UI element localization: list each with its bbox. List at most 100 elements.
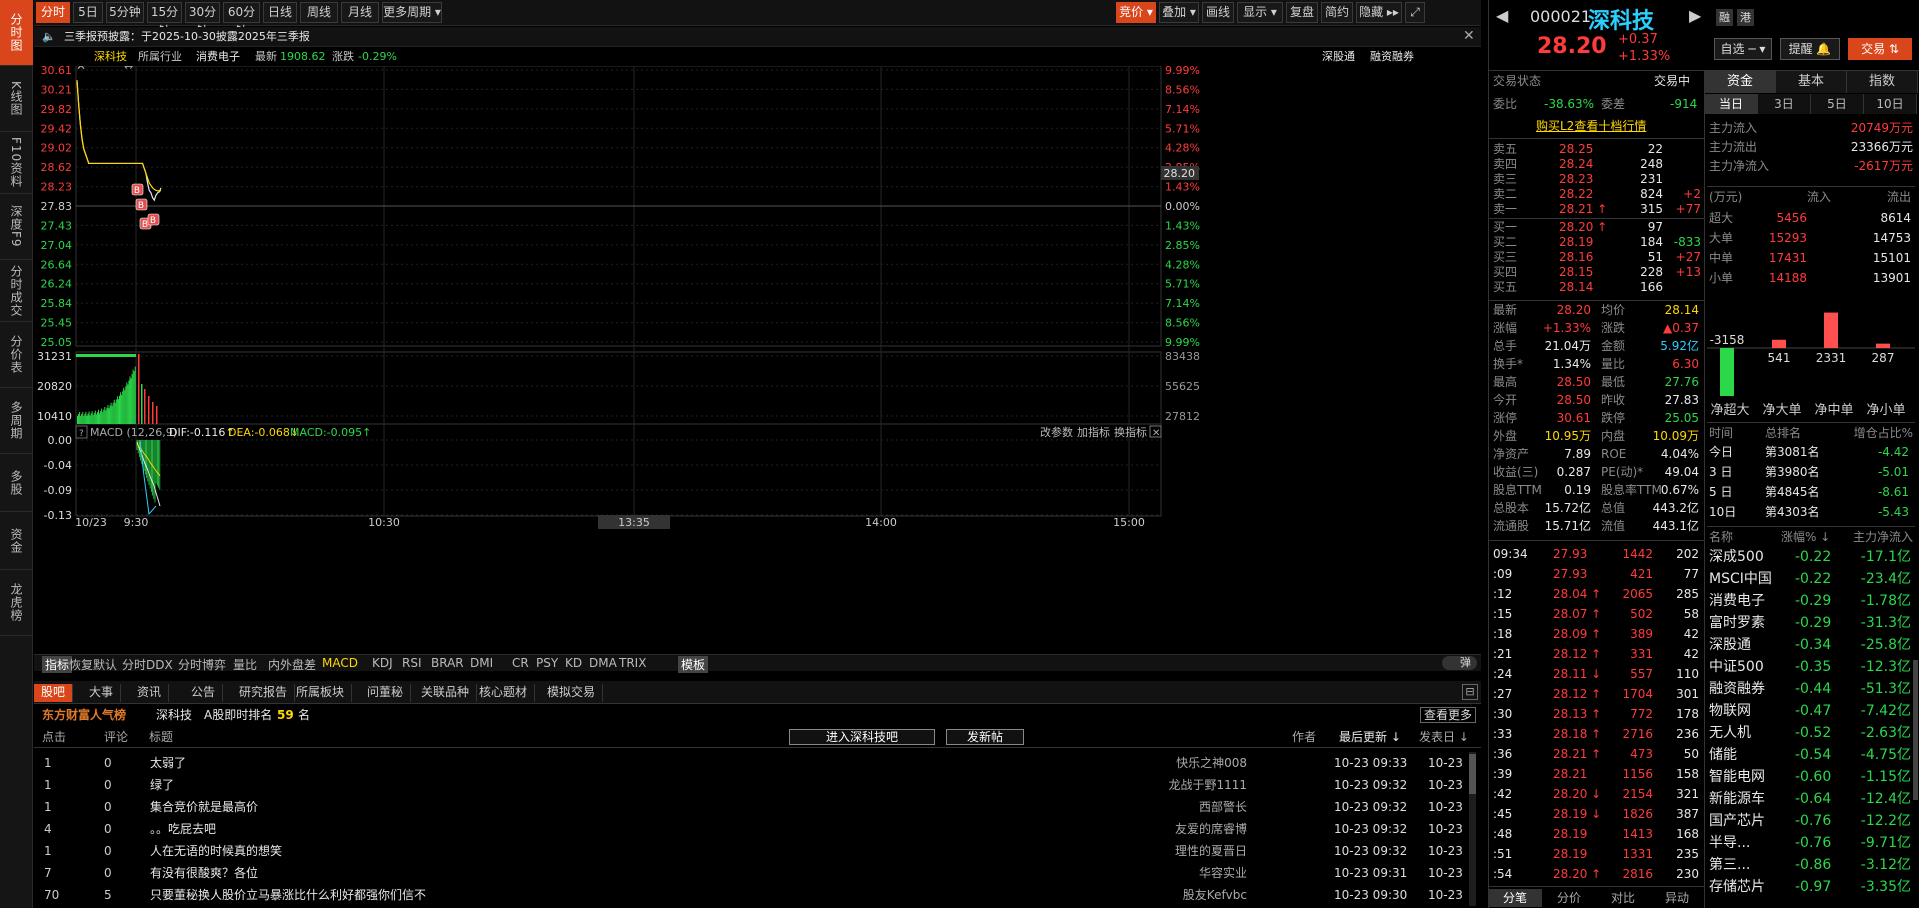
nav-fund[interactable]: 资金 — [0, 512, 33, 570]
indicator-tab[interactable]: 分时博弈 — [178, 656, 226, 673]
period-week[interactable]: 周线 — [300, 2, 338, 23]
indicator-tab[interactable]: KD — [565, 656, 582, 670]
draw-line-button[interactable]: 画线 — [1202, 2, 1234, 23]
panel-toggle-icon[interactable]: ⊟ — [1462, 684, 1478, 700]
sector-scrollbar[interactable] — [1913, 660, 1918, 800]
post-author[interactable]: 股友Kefvbc — [1183, 884, 1247, 906]
indicator-tab[interactable]: DMA — [589, 656, 617, 670]
buy-signal-marker[interactable]: B — [147, 213, 160, 226]
sector-name[interactable]: 新能源车 — [1709, 788, 1765, 810]
post-title[interactable]: 集合竞价就是最高价 — [150, 796, 258, 818]
indicator-tab[interactable]: 内外盘差 — [268, 656, 316, 673]
sector-row[interactable]: MSCI中国 -0.22 -23.4亿 — [1707, 568, 1915, 590]
margin-link[interactable]: 融资融券 — [1370, 47, 1414, 66]
auction-dropdown[interactable]: 竞价 ▾ — [1116, 2, 1156, 23]
sector-row[interactable]: 富时罗素 -0.29 -31.3亿 — [1707, 612, 1915, 634]
prev-stock-icon[interactable]: ◀ — [1496, 6, 1508, 25]
sector-name[interactable]: 存储芯片 — [1709, 876, 1765, 898]
sector-name[interactable]: 半导... — [1709, 832, 1750, 854]
display-dropdown[interactable]: 显示 ▾ — [1237, 2, 1283, 23]
trade-button[interactable]: 交易 ⇅ — [1848, 38, 1912, 60]
sector-name[interactable]: 融资融券 — [1709, 678, 1765, 700]
sector-name[interactable]: 储能 — [1709, 744, 1737, 766]
post-title[interactable]: 只要董秘换人股价立马暴涨比什么利好都强你们信不 — [150, 884, 426, 906]
overlay-dropdown[interactable]: 叠加 ▾ — [1159, 2, 1199, 23]
period-more-dropdown[interactable]: 更多周期 ▾ — [382, 2, 442, 23]
post-title[interactable]: 。。吃屁去吧 — [150, 818, 216, 840]
enter-bar-button[interactable]: 进入深科技吧 — [789, 729, 935, 745]
sector-row[interactable]: 智能电网 -0.60 -1.15亿 — [1707, 766, 1915, 788]
industry-name[interactable]: 消费电子 — [196, 47, 240, 66]
sector-name[interactable]: 深成500 — [1709, 546, 1764, 568]
nav-fenshi[interactable]: 分时图 — [0, 0, 33, 66]
nav-multi-period[interactable]: 多周期 — [0, 388, 33, 454]
sector-row[interactable]: 融资融券 -0.44 -51.3亿 — [1707, 678, 1915, 700]
period-5min[interactable]: 5分钟 — [106, 2, 144, 23]
nav-multi-stock[interactable]: 多股 — [0, 454, 33, 512]
notice-text[interactable]: 三季报预披露：于2025-10-30披露2025年三季报 — [64, 27, 310, 46]
sector-row[interactable]: 深成500 -0.22 -17.1亿 — [1707, 546, 1915, 568]
macd-param-button[interactable]: 改参数 — [1040, 425, 1073, 439]
post-author[interactable]: 华容实业 — [1199, 862, 1247, 884]
nav-depth[interactable]: 深度F9 — [0, 194, 33, 260]
simple-button[interactable]: 简约 — [1321, 2, 1353, 23]
indicator-tab[interactable]: DMI — [470, 656, 493, 670]
post-author[interactable]: 龙战于野1111 — [1168, 774, 1247, 796]
resize-arrows-icon[interactable]: ↔ — [124, 66, 133, 73]
indicator-tab[interactable]: 模板 — [678, 656, 709, 673]
period-5day[interactable]: 5日 ▾ — [73, 2, 103, 38]
post-author[interactable]: 友爱的席睿博 — [1175, 818, 1247, 840]
sector-col[interactable]: 主力净流入 — [1853, 527, 1913, 547]
col-clicks[interactable]: 点击 — [42, 726, 66, 748]
period-month[interactable]: 月线 — [341, 2, 379, 23]
sector-row[interactable]: 深股通 -0.34 -25.8亿 — [1707, 634, 1915, 656]
guba-tab-1[interactable]: 大事 — [82, 684, 122, 702]
guba-scrollbar[interactable] — [1469, 752, 1476, 906]
crosshair-close-icon[interactable]: ✕ — [76, 66, 86, 73]
guba-tab-2[interactable]: 资讯 — [130, 684, 170, 702]
indicator-tab[interactable]: BRAR — [431, 656, 464, 670]
post-title[interactable]: 人在无语的时候真的想笑 — [150, 840, 282, 862]
nav-dragon-tiger[interactable]: 龙虎榜 — [0, 570, 33, 636]
post-row[interactable]: 70 5 只要董秘换人股价立马暴涨比什么利好都强你们信不 股友Kefvbc 10-23 … — [34, 884, 1481, 906]
replay-button[interactable]: 复盘 — [1286, 2, 1318, 23]
tick-tab-1[interactable]: 分价 — [1542, 889, 1596, 907]
period-60min[interactable]: 60分钟 — [223, 2, 260, 38]
close-icon[interactable]: ✕ — [1463, 27, 1475, 46]
post-author[interactable]: 快乐之神008 — [1176, 752, 1247, 774]
more-button[interactable]: 查看更多 — [1420, 707, 1477, 723]
hide-button[interactable]: 隐藏 ▸▸ — [1356, 2, 1402, 23]
nav-tick[interactable]: 分时成交 — [0, 260, 33, 322]
post-title[interactable]: 有没有很酸爽？各位 — [150, 862, 258, 884]
l2-link[interactable]: 购买L2查看十档行情 — [1536, 118, 1646, 135]
col-comments[interactable]: 评论 — [104, 726, 128, 748]
guba-tab-7[interactable]: 关联品种 — [414, 684, 478, 702]
nav-kline[interactable]: K线图 — [0, 66, 33, 132]
new-post-button[interactable]: 发新帖 — [946, 729, 1024, 745]
indicator-tab[interactable]: 分时DDX — [122, 656, 173, 673]
watchlist-button[interactable]: 自选 ─ ▾ — [1714, 38, 1772, 60]
sector-name[interactable]: MSCI中国 — [1709, 568, 1772, 590]
buy-signal-marker[interactable]: B — [135, 198, 148, 211]
post-author[interactable]: 理性的夏晋日 — [1175, 840, 1247, 862]
popup-toggle[interactable]: 弹 — [1442, 656, 1477, 670]
sector-row[interactable]: 国产芯片 -0.76 -12.2亿 — [1707, 810, 1915, 832]
post-row[interactable]: 1 0 太弱了 快乐之神008 10-23 09:33 10-23 — [34, 752, 1481, 774]
alert-button[interactable]: 提醒 🔔 — [1780, 38, 1840, 60]
fund-subtab-1[interactable]: 3日 — [1758, 94, 1811, 114]
post-author[interactable]: 西部警长 — [1199, 796, 1247, 818]
period-30min[interactable]: 30分钟 — [185, 2, 220, 38]
guba-scroll-thumb[interactable] — [1469, 754, 1476, 794]
sector-row[interactable]: 新能源车 -0.64 -12.4亿 — [1707, 788, 1915, 810]
post-row[interactable]: 7 0 有没有很酸爽？各位 华容实业 10-23 09:31 10-23 — [34, 862, 1481, 884]
post-row[interactable]: 1 0 人在无语的时候真的想笑 理性的夏晋日 10-23 09:32 10-23 — [34, 840, 1481, 862]
nav-f10[interactable]: F10资料 — [0, 132, 33, 194]
col-author[interactable]: 作者 — [1292, 726, 1316, 748]
sector-name[interactable]: 中证500 — [1709, 656, 1764, 678]
post-row[interactable]: 1 0 集合竞价就是最高价 西部警长 10-23 09:32 10-23 — [34, 796, 1481, 818]
tick-tab-2[interactable]: 对比 — [1596, 889, 1650, 907]
indicator-tab[interactable]: KDJ — [372, 656, 393, 670]
indicator-tab[interactable]: CR — [512, 656, 529, 670]
indicator-tab[interactable]: RSI — [402, 656, 422, 670]
post-title[interactable]: 绿了 — [150, 774, 174, 796]
